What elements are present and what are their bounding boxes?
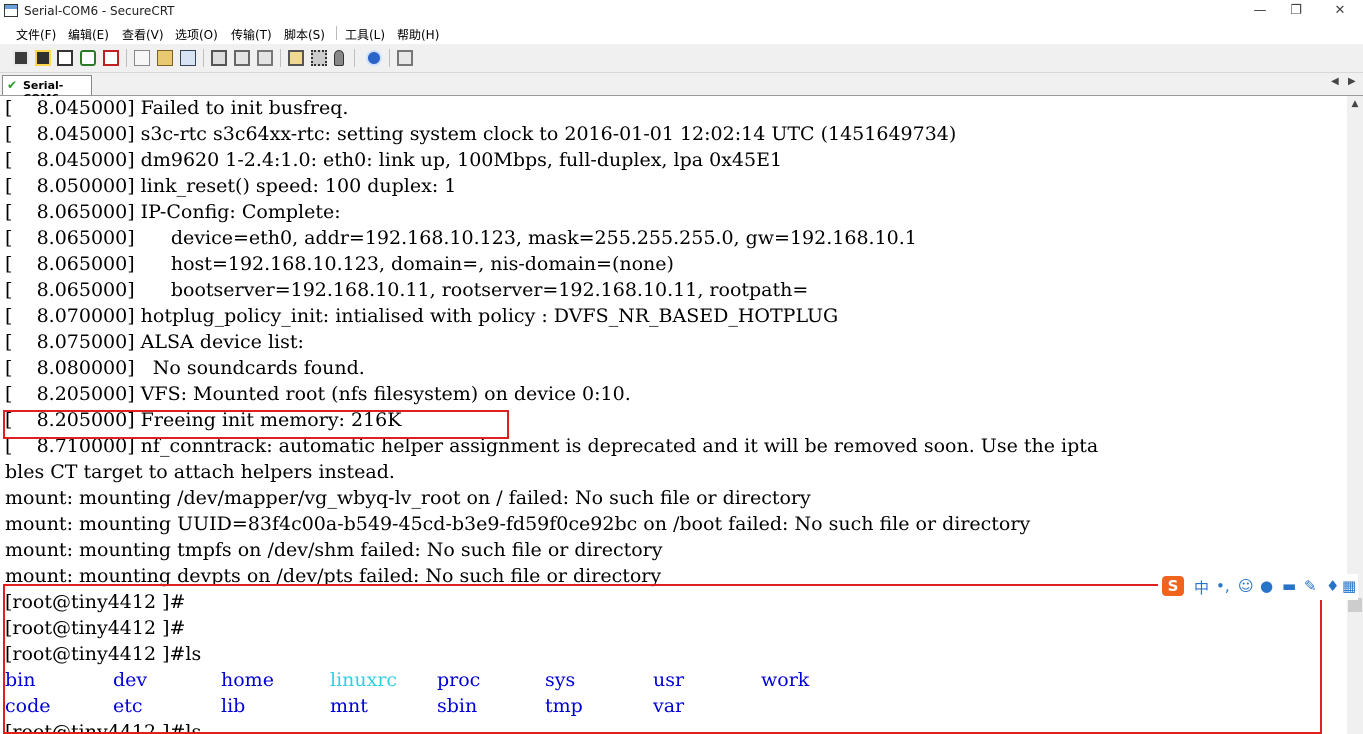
toolbar xyxy=(0,44,1363,73)
print-setup-icon[interactable] xyxy=(257,50,273,66)
toolbar-separator xyxy=(354,49,355,67)
print-icon[interactable] xyxy=(211,50,227,66)
terminal-line: [ 8.075000] ALSA device list: xyxy=(5,331,304,353)
tab-bar: ✔ Serial-COM6 ◀ ▶ xyxy=(0,73,1363,105)
keyboard-icon[interactable]: ▬ xyxy=(1282,577,1296,595)
terminal-line: mount: mounting tmpfs on /dev/shm failed… xyxy=(5,539,663,561)
emoji-icon[interactable]: ☺ xyxy=(1238,577,1254,595)
keymap-icon[interactable] xyxy=(334,50,344,66)
copy-icon[interactable] xyxy=(134,50,150,66)
terminal-line: [ 8.065000] host=192.168.10.123, domain=… xyxy=(5,253,674,275)
reconnect-icon[interactable] xyxy=(80,50,96,66)
terminal-line: [ 8.045000] Failed to init busfreq. xyxy=(5,97,349,119)
help-icon[interactable] xyxy=(366,50,382,66)
quick-connect-icon[interactable] xyxy=(35,50,51,66)
tab-serial-com6[interactable]: ✔ Serial-COM6 xyxy=(2,75,92,105)
terminal-line: [ 8.065000] bootserver=192.168.10.11, ro… xyxy=(5,279,809,301)
sogou-logo-icon[interactable]: S xyxy=(1162,576,1184,596)
terminal-line: [ 8.045000] dm9620 1-2.4:1.0: eth0: link… xyxy=(5,149,783,171)
close-button[interactable]: ✕ xyxy=(1322,2,1358,20)
terminal-view[interactable]: [ 8.045000] Failed to init busfreq. [ 8.… xyxy=(0,96,1347,734)
ime-punctuation-toggle[interactable]: •, xyxy=(1216,577,1230,595)
grid-icon[interactable]: ▦ xyxy=(1342,577,1356,595)
terminal-line: bles CT target to attach helpers instead… xyxy=(5,461,395,483)
scroll-thumb[interactable] xyxy=(1348,598,1362,612)
menu-transfer[interactable]: 传输(T) xyxy=(231,26,272,43)
terminal-line: mount: mounting /dev/mapper/vg_wbyq-lv_r… xyxy=(5,487,811,509)
menu-options[interactable]: 选项(O) xyxy=(175,26,218,43)
menu-view[interactable]: 查看(V) xyxy=(122,26,164,43)
connected-check-icon: ✔ xyxy=(7,78,18,92)
highlight-box-freeing-memory xyxy=(3,410,509,439)
highlight-box-shell-output xyxy=(3,584,1322,734)
terminal-line: [ 8.065000] device=eth0, addr=192.168.10… xyxy=(5,227,917,249)
menu-edit[interactable]: 编辑(E) xyxy=(68,26,109,43)
tab-scroll-right-icon[interactable]: ▶ xyxy=(1348,76,1356,87)
title-bar: Serial-COM6 - SecureCRT — ❐ ✕ xyxy=(0,0,1363,22)
menu-separator xyxy=(336,26,337,40)
minimize-button[interactable]: — xyxy=(1242,2,1278,20)
session-options-icon[interactable] xyxy=(288,50,304,66)
menu-bar: 文件(F) 编辑(E) 查看(V) 选项(O) 传输(T) 脚本(S) 工具(L… xyxy=(0,22,1363,44)
disconnect-icon[interactable] xyxy=(103,50,119,66)
toolbar-separator xyxy=(126,49,127,67)
find-icon[interactable] xyxy=(180,50,196,66)
connect-icon[interactable] xyxy=(13,50,29,66)
skin-icon[interactable]: ♦ xyxy=(1326,577,1339,595)
print-selection-icon[interactable] xyxy=(234,50,250,66)
sftp-icon[interactable] xyxy=(397,50,413,66)
terminal-line: [ 8.065000] IP-Config: Complete: xyxy=(5,201,341,223)
terminal-line: [ 8.050000] link_reset() speed: 100 dupl… xyxy=(5,175,457,197)
menu-help[interactable]: 帮助(H) xyxy=(397,26,439,43)
terminal-line: [ 8.205000] VFS: Mounted root (nfs files… xyxy=(5,383,631,405)
ime-mode-toggle[interactable]: 中 xyxy=(1194,577,1209,598)
paste-icon[interactable] xyxy=(157,50,173,66)
terminal-line: mount: mounting UUID=83f4c00a-b549-45cd-… xyxy=(5,513,1031,535)
terminal-line: [ 8.080000] No soundcards found. xyxy=(5,357,365,379)
microphone-icon[interactable]: ● xyxy=(1260,577,1273,595)
ime-toolbar: S 中 •, ☺ ● ▬ ✎ ♦ ▦ xyxy=(1158,574,1358,600)
scroll-up-icon[interactable]: ▲ xyxy=(1347,96,1363,112)
menu-script[interactable]: 脚本(S) xyxy=(284,26,325,43)
window-title: Serial-COM6 - SecureCRT xyxy=(24,4,175,18)
terminal-line: [ 8.070000] hotplug_policy_init: intiali… xyxy=(5,305,839,327)
toolbar-separator xyxy=(389,49,390,67)
connect-in-tab-icon[interactable] xyxy=(57,50,73,66)
vertical-scrollbar[interactable]: ▲ xyxy=(1347,96,1363,734)
restore-button[interactable]: ❐ xyxy=(1278,2,1314,20)
settings-icon[interactable]: ✎ xyxy=(1304,577,1317,595)
menu-file[interactable]: 文件(F) xyxy=(16,26,56,43)
global-options-icon[interactable] xyxy=(311,50,327,66)
securecrt-app-icon xyxy=(4,4,18,17)
tab-scroll-left-icon[interactable]: ◀ xyxy=(1331,76,1339,87)
toolbar-separator xyxy=(280,49,281,67)
terminal-line: [ 8.045000] s3c-rtc s3c64xx-rtc: setting… xyxy=(5,123,957,145)
menu-tools[interactable]: 工具(L) xyxy=(345,26,385,43)
toolbar-separator xyxy=(203,49,204,67)
